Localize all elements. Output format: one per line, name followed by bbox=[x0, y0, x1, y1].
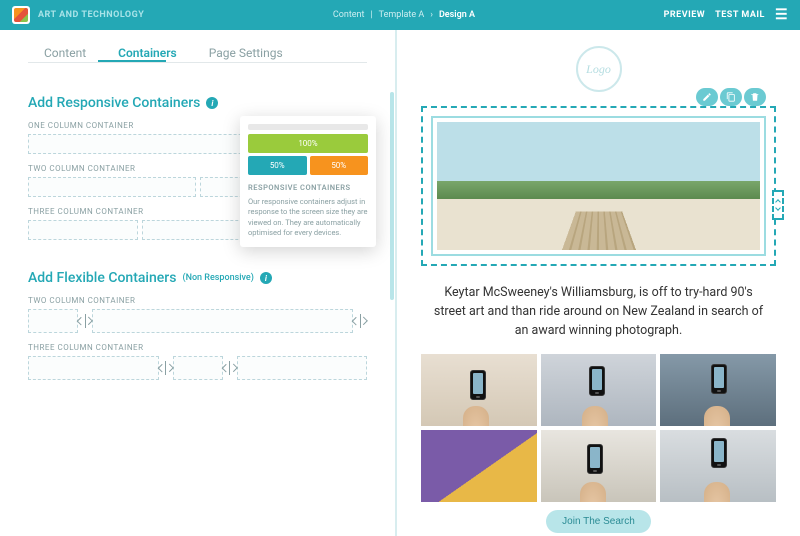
tooltip-bar-50b: 50% bbox=[310, 156, 369, 175]
resize-handle-icon[interactable] bbox=[159, 361, 173, 375]
logo-placeholder[interactable]: Logo bbox=[576, 46, 622, 92]
hero-image bbox=[437, 122, 760, 250]
tab-containers[interactable]: Containers bbox=[102, 36, 193, 70]
tab-content[interactable]: Content bbox=[28, 36, 102, 70]
image-grid bbox=[421, 354, 776, 502]
crumb-design: Design A bbox=[439, 10, 475, 20]
two-column-container-a[interactable] bbox=[28, 177, 196, 197]
tooltip-bar-100: 100% bbox=[248, 134, 368, 153]
duplicate-icon[interactable] bbox=[720, 88, 742, 106]
info-icon[interactable]: i bbox=[260, 272, 272, 284]
tooltip-title: RESPONSIVE CONTAINERS bbox=[248, 183, 368, 194]
flex-three-column[interactable] bbox=[28, 356, 367, 380]
resize-handle-icon[interactable] bbox=[78, 314, 92, 328]
test-mail-button[interactable]: TEST MAIL bbox=[715, 10, 765, 20]
menu-icon[interactable]: ☰ bbox=[775, 7, 788, 23]
section-responsive-title: Add Responsive Containers i bbox=[28, 95, 367, 111]
selected-block[interactable] bbox=[421, 106, 776, 266]
crumb-template[interactable]: Template A bbox=[379, 10, 425, 20]
edit-icon[interactable] bbox=[696, 88, 718, 106]
breadcrumb: Content | Template A › Design A bbox=[333, 10, 475, 20]
image-block[interactable] bbox=[431, 116, 766, 256]
top-bar: ART AND TECHNOLOGY Content | Template A … bbox=[0, 0, 800, 30]
grid-image[interactable] bbox=[541, 354, 657, 426]
three-column-container-b[interactable] bbox=[142, 220, 252, 240]
flex-two-column[interactable] bbox=[28, 309, 367, 333]
delete-icon[interactable] bbox=[744, 88, 766, 106]
label-flex-two: TWO COLUMN CONTAINER bbox=[28, 296, 367, 305]
tooltip-bar-50a: 50% bbox=[248, 156, 307, 175]
grid-image[interactable] bbox=[421, 354, 537, 426]
tab-page-settings[interactable]: Page Settings bbox=[193, 36, 299, 70]
section-flexible-title: Add Flexible Containers (Non Responsive)… bbox=[28, 270, 367, 286]
grid-image[interactable] bbox=[660, 354, 776, 426]
preview-button[interactable]: PREVIEW bbox=[664, 10, 706, 20]
grid-image[interactable] bbox=[660, 430, 776, 502]
label-flex-three: THREE COLUMN CONTAINER bbox=[28, 343, 367, 352]
tooltip-body: Our responsive containers adjust in resp… bbox=[248, 197, 368, 239]
tabs: Content Containers Page Settings bbox=[0, 36, 395, 71]
grid-image[interactable] bbox=[541, 430, 657, 502]
block-toolbar bbox=[696, 88, 766, 106]
info-icon[interactable]: i bbox=[206, 97, 218, 109]
grid-image[interactable] bbox=[421, 430, 537, 502]
crumb-content[interactable]: Content bbox=[333, 10, 365, 20]
left-panel: Content Containers Page Settings Add Res… bbox=[0, 30, 397, 536]
top-actions: PREVIEW TEST MAIL ☰ bbox=[664, 7, 788, 23]
brand-name: ART AND TECHNOLOGY bbox=[38, 10, 144, 20]
cta-button[interactable]: Join The Search bbox=[546, 510, 651, 533]
move-handle-icon[interactable] bbox=[772, 190, 784, 220]
three-column-container-a[interactable] bbox=[28, 220, 138, 240]
tooltip-responsive: 100% 50% 50% RESPONSIVE CONTAINERS Our r… bbox=[240, 116, 376, 247]
resize-handle-icon[interactable] bbox=[223, 361, 237, 375]
app-logo-icon bbox=[12, 6, 30, 24]
scrollbar[interactable] bbox=[390, 92, 394, 300]
preview-panel: Logo Keytar McSweeney's Williamsburg, is… bbox=[397, 30, 800, 536]
resize-handle-icon[interactable] bbox=[353, 314, 367, 328]
body-copy[interactable]: Keytar McSweeney's Williamsburg, is off … bbox=[431, 284, 766, 340]
